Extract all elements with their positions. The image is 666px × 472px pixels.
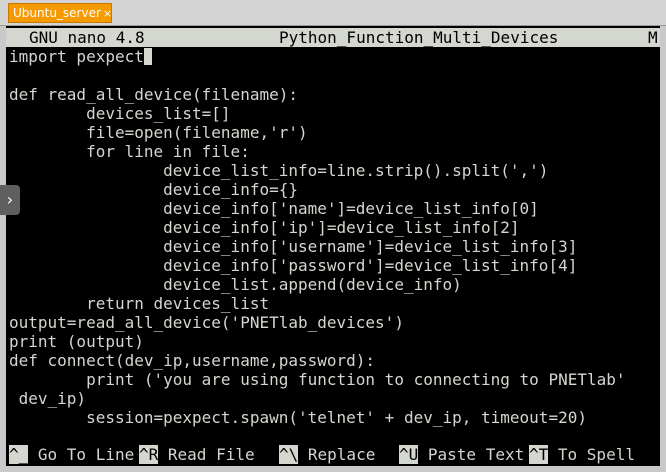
shortcut-key: ^R xyxy=(139,445,159,464)
shortcut-key: ^T xyxy=(529,445,549,464)
terminal[interactable]: GNU nano 4.8 Python_Function_Multi_Devic… xyxy=(6,26,660,466)
shortcut-label: Replace xyxy=(298,445,376,464)
code-line: devices_list=[] xyxy=(9,104,231,123)
nano-title-bar: GNU nano 4.8 Python_Function_Multi_Devic… xyxy=(6,28,660,47)
shortcut-key: ^\ xyxy=(279,445,299,464)
code-line: device_info={} xyxy=(9,180,298,199)
code-line: print (output) xyxy=(9,332,144,351)
code-line: device_info['password']=device_list_info… xyxy=(9,256,578,275)
tab-ubuntu-server[interactable]: Ubuntu_server × xyxy=(8,3,112,23)
code-line: device_info['ip']=device_list_info[2] xyxy=(9,218,520,237)
nano-version: GNU nano 4.8 xyxy=(29,28,145,47)
window-border-bottom xyxy=(0,466,666,472)
shortcut-label: Go To Line xyxy=(28,445,135,464)
code-line: file=open(filename,'r') xyxy=(9,123,308,142)
code-line: def connect(dev_ip,username,password): xyxy=(9,351,376,370)
code-line: device_list.append(device_info) xyxy=(9,275,462,294)
shortcut-bar: ^_ Go To Line ^R Read File ^\ Replace ^U Pa… xyxy=(6,445,660,464)
code-line: session=pexpect.spawn('telnet' + dev_ip,… xyxy=(9,408,587,427)
tab-label: Ubuntu_server xyxy=(13,6,101,20)
code-line: device_info['name']=device_list_info[0] xyxy=(9,199,539,218)
chevron-right-icon[interactable]: › xyxy=(0,185,20,215)
code-line: return devices_list xyxy=(9,294,270,313)
code-line: def read_all_device(filename): xyxy=(9,85,298,104)
code-line: dev_ip) xyxy=(9,389,87,408)
shortcut-label: To Spell xyxy=(548,445,635,464)
close-icon[interactable]: × xyxy=(103,7,112,20)
shortcut-item: ^T To Spell xyxy=(529,445,635,464)
code-line: import pexpect xyxy=(9,47,144,66)
text-cursor xyxy=(143,48,152,65)
editor-text[interactable]: import pexpect def read_all_device(filen… xyxy=(9,47,626,427)
code-line: for line in file: xyxy=(9,142,250,161)
shortcut-label: Read File xyxy=(158,445,255,464)
shortcut-key: ^_ xyxy=(9,445,29,464)
shortcut-item: ^U Paste Text xyxy=(399,445,524,464)
shortcut-item: ^R Read File xyxy=(139,445,255,464)
scrollbar[interactable] xyxy=(660,26,666,472)
shortcut-item: ^\ Replace xyxy=(279,445,375,464)
shortcut-item: ^_ Go To Line xyxy=(9,445,134,464)
modified-indicator: M xyxy=(648,28,658,47)
code-line: device_info['username']=device_list_info… xyxy=(9,237,578,256)
file-name: Python_Function_Multi_Devices xyxy=(279,28,559,47)
code-line: device_list_info=line.strip().split(',') xyxy=(9,161,549,180)
tab-bar: Ubuntu_server × xyxy=(0,0,666,26)
code-line: print ('you are using function to connec… xyxy=(9,370,626,389)
shortcut-key: ^U xyxy=(399,445,419,464)
code-line: output=read_all_device('PNETlab_devices'… xyxy=(9,313,404,332)
shortcut-label: Paste Text xyxy=(418,445,525,464)
